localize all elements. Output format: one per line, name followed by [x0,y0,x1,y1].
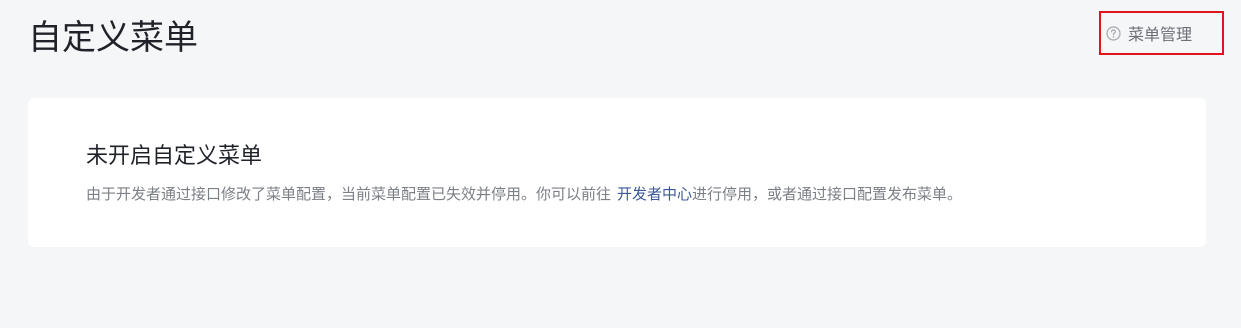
page: 自定义菜单 菜单管理 未开启自定义菜单 由于开发者通过接口修改了菜单配置，当前菜… [0,0,1241,328]
question-circle-icon [1106,25,1121,41]
notice-desc-after: 进行停用，或者通过接口配置发布菜单。 [692,185,963,203]
notice-description: 由于开发者通过接口修改了菜单配置，当前菜单配置已失效并停用。你可以前往 开发者中心… [86,182,962,206]
notice-desc-before: 由于开发者通过接口修改了菜单配置，当前菜单配置已失效并停用。你可以前往 [86,185,612,203]
notice-title: 未开启自定义菜单 [86,144,263,169]
notice-card: 未开启自定义菜单 由于开发者通过接口修改了菜单配置，当前菜单配置已失效并停用。你… [28,98,1206,247]
menu-management-label: 菜单管理 [1128,25,1193,44]
page-title: 自定义菜单 [28,18,198,58]
developer-center-link[interactable]: 开发者中心 [617,185,692,203]
menu-management-link[interactable]: 菜单管理 [1099,11,1224,55]
